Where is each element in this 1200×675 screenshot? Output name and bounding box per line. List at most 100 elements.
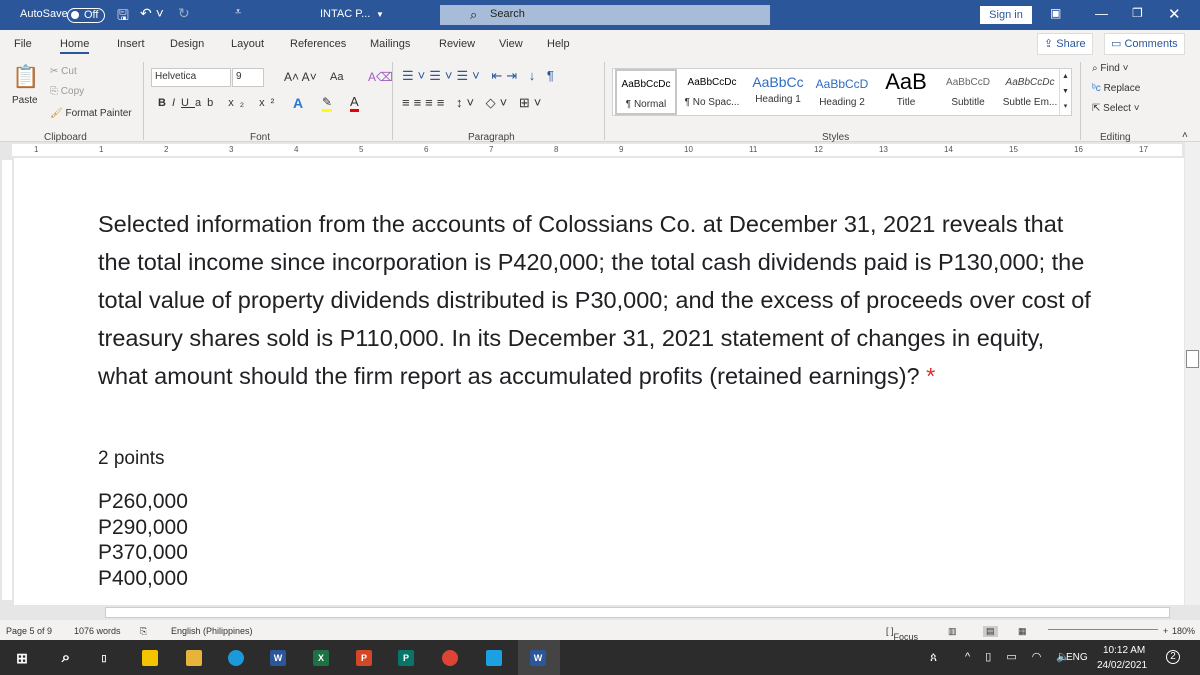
share-button[interactable]: ⇪ Share [1037, 33, 1093, 55]
comment-icon: ▭ [1111, 38, 1125, 50]
word-active-icon[interactable]: W [530, 650, 546, 666]
minimize-icon[interactable]: — [1095, 6, 1108, 21]
style-heading-1[interactable]: AaBbCc Heading 1 [745, 69, 811, 115]
language-indicator[interactable]: ENG [1066, 652, 1088, 663]
cut-button[interactable]: ✂ Cut [50, 66, 77, 77]
people-icon[interactable]: ጰ [930, 650, 937, 665]
calendar-icon[interactable] [486, 650, 502, 666]
styles-scroll[interactable]: ▲ ▼ ▾ [1059, 69, 1071, 115]
ribbon-display-options-icon[interactable]: ▣ [1050, 6, 1061, 20]
proofing-icon[interactable]: ⎘ [140, 626, 147, 637]
print-layout-icon[interactable]: ▤ [983, 626, 998, 637]
option[interactable]: P290,000 [98, 515, 188, 541]
zoom-level[interactable]: 180% [1172, 626, 1195, 636]
ruler-tick-label: 17 [1139, 145, 1148, 154]
scrollbar-thumb[interactable] [105, 607, 1170, 618]
page-count[interactable]: Page 5 of 9 [6, 626, 52, 636]
web-layout-icon[interactable]: ▦ [1018, 626, 1027, 637]
sign-in-button[interactable]: Sign in [980, 6, 1032, 24]
tab-layout[interactable]: Layout [231, 38, 264, 50]
notifications-icon[interactable]: 2 [1166, 650, 1180, 664]
close-icon[interactable]: ✕ [1168, 5, 1181, 23]
word-count[interactable]: 1076 words [74, 626, 121, 636]
save-icon[interactable]: 🖫 [117, 5, 129, 29]
find-button[interactable]: ⌕ Find ˅ [1092, 63, 1128, 74]
font-size-select[interactable]: 9 [232, 68, 264, 87]
grow-font-icon[interactable]: A˄ A˅ [284, 70, 317, 84]
font-name-select[interactable]: Helvetica [151, 68, 231, 87]
font-format-buttons[interactable]: BIUab x₂ x² [158, 97, 280, 109]
restore-icon[interactable]: ❐ [1132, 6, 1143, 20]
windows-start-icon[interactable]: ⊞ [14, 650, 30, 666]
clear-formatting-icon[interactable]: A⌫ [368, 70, 393, 84]
tab-home[interactable]: Home [60, 38, 90, 54]
ruler-tick-label: 12 [814, 145, 823, 154]
paste-icon[interactable]: 📋 [12, 64, 39, 90]
option[interactable]: P370,000 [98, 540, 188, 566]
sticky-notes-icon[interactable] [142, 650, 158, 666]
powerpoint-icon[interactable]: P [356, 650, 372, 666]
highlight-icon[interactable]: ✎ [322, 95, 333, 112]
publisher-icon[interactable]: P [398, 650, 414, 666]
change-case-button[interactable]: Aa [330, 71, 343, 83]
list-buttons[interactable]: ☰˅☰˅☰˅ ⇤⇥ ↓ ¶ [402, 68, 558, 84]
undo-icon[interactable]: ↶ ˅ [140, 5, 164, 22]
tab-insert[interactable]: Insert [117, 38, 145, 50]
style-no-spacing[interactable]: AaBbCcDc ¶ No Spac... [679, 69, 745, 115]
file-explorer-icon[interactable] [186, 650, 202, 666]
vertical-ruler[interactable] [2, 160, 12, 600]
tab-view[interactable]: View [499, 38, 523, 50]
font-color-icon[interactable]: A [350, 94, 359, 112]
horizontal-scrollbar[interactable] [0, 605, 1200, 620]
text-effects-icon[interactable]: A [293, 95, 303, 111]
clock-date[interactable]: 24/02/2021 [1097, 660, 1147, 671]
search-placeholder: Search [490, 8, 525, 20]
alignment-buttons[interactable]: ≡≡≡≡ ↕˅ ◇˅ ⊞˅ [402, 95, 545, 111]
tab-help[interactable]: Help [547, 38, 570, 50]
style-title[interactable]: AaB Title [873, 69, 939, 115]
collapse-ribbon-icon[interactable]: ˄ [1182, 130, 1188, 141]
style-heading-2[interactable]: AaBbCcD Heading 2 [809, 69, 875, 115]
customize-toolbar-icon[interactable]: ⩡ [235, 6, 241, 19]
paste-button[interactable]: Paste [12, 95, 38, 106]
tab-design[interactable]: Design [170, 38, 204, 50]
tab-review[interactable]: Review [439, 38, 475, 50]
option[interactable]: P260,000 [98, 489, 188, 515]
vertical-scrollbar[interactable] [1185, 142, 1200, 605]
edge-icon[interactable] [228, 650, 244, 666]
chrome-icon[interactable] [442, 650, 458, 666]
tab-file[interactable]: File [14, 38, 32, 50]
style-subtitle[interactable]: AaBbCcD Subtitle [935, 69, 1001, 115]
word-icon[interactable]: W [270, 650, 286, 666]
select-button[interactable]: ⇱ Select ˅ [1092, 103, 1140, 114]
read-mode-icon[interactable]: ▥ [948, 626, 957, 637]
system-tray-icons[interactable]: ^ ▯ ▭ ◠ 🔈 [965, 650, 1076, 663]
document-title[interactable]: INTAC P... [320, 8, 370, 20]
language[interactable]: English (Philippines) [171, 626, 253, 636]
zoom-slider[interactable] [1048, 629, 1158, 630]
tab-references[interactable]: References [290, 38, 346, 50]
search-box[interactable]: ⌕ Search [440, 5, 770, 25]
task-view-icon[interactable]: ▯ [96, 650, 112, 666]
replace-button[interactable]: ᵇc Replace [1092, 83, 1140, 94]
clock-time[interactable]: 10:12 AM [1103, 645, 1145, 656]
format-painter-button[interactable]: 🖌 Format Painter [50, 108, 132, 119]
excel-icon[interactable]: X [313, 650, 329, 666]
tab-mailings[interactable]: Mailings [370, 38, 410, 50]
styles-gallery: AaBbCcDc ¶ Normal AaBbCcDc ¶ No Spac... Aa… [612, 68, 1072, 116]
zoom-in-icon[interactable]: + [1163, 626, 1168, 636]
style-sample: AaB [885, 69, 927, 94]
comments-button[interactable]: ▭ Comments [1104, 33, 1185, 55]
copy-label: Copy [60, 86, 85, 97]
search-icon[interactable]: ⌕ [58, 650, 74, 666]
style-normal[interactable]: AaBbCcDc ¶ Normal [615, 69, 677, 115]
redo-icon[interactable]: ↻ [178, 5, 190, 22]
style-subtle-emphasis[interactable]: AaBbCcDc Subtle Em... [997, 69, 1063, 115]
autosave-toggle[interactable]: Off [67, 8, 105, 23]
option[interactable]: P400,000 [98, 566, 188, 592]
scrollbar-thumb[interactable] [1186, 350, 1199, 368]
focus-button[interactable]: [ ] Focus [886, 626, 918, 642]
copy-button[interactable]: ⎘ Copy [50, 86, 84, 97]
horizontal-ruler[interactable]: 1123456789101112131415161718 [0, 142, 1200, 158]
question-text: Selected information from the accounts o… [98, 205, 1098, 395]
